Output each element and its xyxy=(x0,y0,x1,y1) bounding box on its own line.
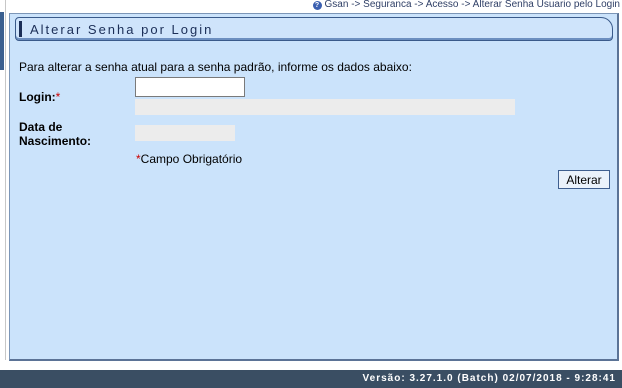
title-mark xyxy=(19,21,22,37)
required-note-text: Campo Obrigatório xyxy=(140,152,243,166)
birth-date-label-line1: Data de xyxy=(19,120,63,134)
breadcrumb-text: Gsan -> Seguranca -> Acesso -> Alterar S… xyxy=(324,0,620,10)
version-footer: Versão: 3.27.1.0 (Batch) 02/07/2018 - 9:… xyxy=(0,370,622,388)
login-input[interactable] xyxy=(135,77,245,97)
page-title: Alterar Senha por Login xyxy=(30,22,214,37)
login-label-text: Login: xyxy=(19,90,56,104)
required-field-note: *Campo Obrigatório xyxy=(136,152,242,166)
required-mark: * xyxy=(55,90,61,104)
user-name-display-field xyxy=(135,99,515,115)
main-panel: Alterar Senha por Login Para alterar a s… xyxy=(9,13,619,361)
birth-date-display-field xyxy=(135,125,235,141)
birth-date-label: Data de Nascimento: xyxy=(19,120,91,148)
left-edge-accent xyxy=(0,12,4,70)
breadcrumb: ? Gsan -> Seguranca -> Acesso -> Alterar… xyxy=(312,0,620,10)
help-icon[interactable]: ? xyxy=(312,0,322,10)
login-label: Login:* xyxy=(19,90,60,104)
left-edge-strip xyxy=(0,0,6,360)
alter-button[interactable]: Alterar xyxy=(558,170,610,189)
instructions-text: Para alterar a senha atual para a senha … xyxy=(19,60,412,74)
birth-date-label-line2: Nascimento: xyxy=(19,134,92,148)
panel-title-bar: Alterar Senha por Login xyxy=(15,17,613,41)
